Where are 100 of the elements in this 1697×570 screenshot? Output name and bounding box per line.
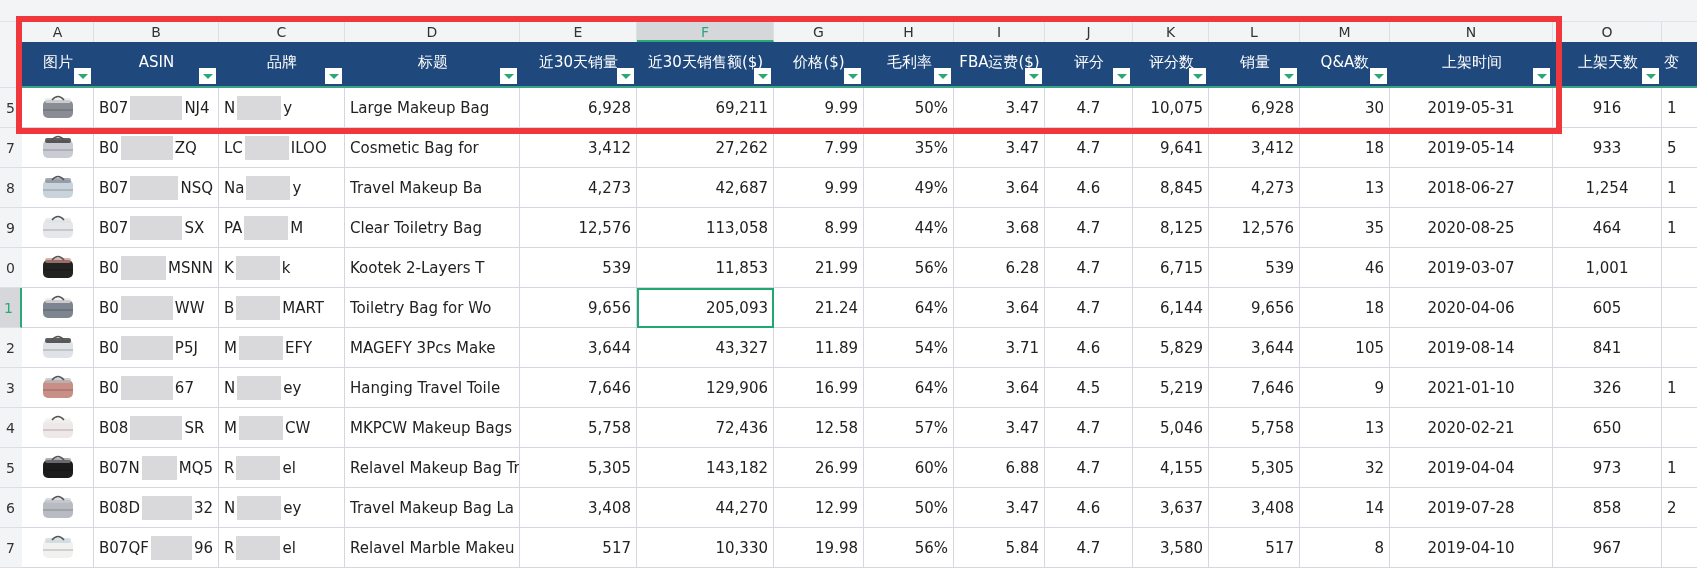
column-letter[interactable]: H [864,22,954,42]
row-number[interactable]: 9 [6,220,15,236]
row-number[interactable]: 4 [6,420,15,436]
table-cell: 5,219 [1133,368,1209,408]
brand-text: R [224,538,235,557]
table-cell: 973 [1553,448,1662,488]
table-cell: 464 [1553,208,1662,248]
table-cell: 517 [1209,528,1300,568]
table-cell: 13 [1300,168,1390,208]
table-cell: 8,845 [1133,168,1209,208]
table-cell: 2018-06-27 [1390,168,1553,208]
column-letter[interactable]: I [954,22,1045,42]
column-letter[interactable]: B [94,22,219,42]
table-cell: 3,408 [520,488,637,528]
row-number[interactable]: 8 [6,180,15,196]
table-cell: 2019-07-28 [1390,488,1553,528]
header-label: 销量 [1239,52,1270,73]
column-letter[interactable]: D [345,22,520,42]
filter-button[interactable] [844,68,861,84]
header-label: 评分 [1074,52,1104,73]
brand-text: N [224,98,236,117]
row-number[interactable]: 0 [6,260,15,276]
filter-button[interactable] [74,68,91,84]
table-cell: 32 [1300,448,1390,488]
table-cell: 5,758 [1209,408,1300,448]
column-letter[interactable]: A [22,22,94,42]
redaction-mark [237,375,282,400]
column-letter[interactable]: E [520,22,637,42]
row-number[interactable]: 5 [6,460,15,476]
table-cell: 3,637 [1133,488,1209,528]
table-cell: 11.89 [774,328,864,368]
table-cell: 3.47 [954,408,1045,448]
table-cell: 3.71 [954,328,1045,368]
filter-button[interactable] [500,68,517,84]
row-number[interactable]: 3 [6,380,15,396]
table-cell: 9.99 [774,88,864,128]
column-letter[interactable]: L [1209,22,1300,42]
table-cell: 42,687 [637,168,774,208]
table-cell: 8.99 [774,208,864,248]
column-letter[interactable]: K [1133,22,1209,42]
brand-text: N [224,498,236,517]
filter-button[interactable] [1533,68,1550,84]
column-letter[interactable]: G [774,22,864,42]
column-letter[interactable]: O [1553,22,1662,42]
asin-text: NJ4 [184,98,210,117]
table-cell: 8 [1300,528,1390,568]
filter-button[interactable] [934,68,951,84]
row-number[interactable]: 6 [6,500,15,516]
filter-button[interactable] [1280,68,1297,84]
column-letter[interactable]: N [1390,22,1553,42]
table-cell: 1 [1662,168,1697,208]
row-number[interactable]: 5 [6,100,15,116]
table-cell: 6.88 [954,448,1045,488]
redaction-mark [235,255,280,280]
filter-button[interactable] [1189,68,1206,84]
table-cell: 14 [1300,488,1390,528]
header-label: 上架天数 [1577,52,1638,73]
filter-button[interactable] [1113,68,1130,84]
column-letter[interactable]: M [1300,22,1390,42]
table-cell: 3.47 [954,488,1045,528]
brand-text: el [282,458,296,477]
header-label: Q&A数 [1320,52,1370,73]
column-letter[interactable]: J [1045,22,1133,42]
table-cell: 2020-02-21 [1390,408,1553,448]
filter-button[interactable] [1642,68,1659,84]
row-number[interactable]: 2 [6,340,15,356]
header-label: 品牌 [267,52,297,73]
filter-button[interactable] [199,68,216,84]
table-cell: 64% [864,288,954,328]
table-cell: 21.99 [774,248,864,288]
table-cell: 1 [1662,448,1697,488]
table-cell: 9,641 [1133,128,1209,168]
redaction-mark [150,535,192,560]
table-cell: 7,646 [520,368,637,408]
redaction-mark [130,175,179,200]
row-number[interactable]: 7 [6,540,15,556]
table-cell: 30 [1300,88,1390,128]
table-cell: 143,182 [637,448,774,488]
filter-button[interactable] [754,68,771,84]
table-cell: 11,853 [637,248,774,288]
table-cell: 3.64 [954,288,1045,328]
table-cell: 205,093 [637,288,774,328]
table-cell: 3,412 [1209,128,1300,168]
table-cell: 27,262 [637,128,774,168]
filter-button[interactable] [617,68,634,84]
table-cell: 46 [1300,248,1390,288]
filter-button[interactable] [1025,68,1042,84]
table-cell: 4.7 [1045,448,1133,488]
row-number[interactable]: 7 [6,140,15,156]
table-cell: 916 [1553,88,1662,128]
filter-button[interactable] [1370,68,1387,84]
filter-button[interactable] [325,68,342,84]
table-cell: 6,144 [1133,288,1209,328]
redaction-mark [130,415,183,440]
table-cell: 650 [1553,408,1662,448]
redaction-mark [120,335,173,360]
table-cell: 3.68 [954,208,1045,248]
table-cell: 113,058 [637,208,774,248]
header-label: ASIN [138,53,175,73]
column-letter[interactable]: C [219,22,345,42]
